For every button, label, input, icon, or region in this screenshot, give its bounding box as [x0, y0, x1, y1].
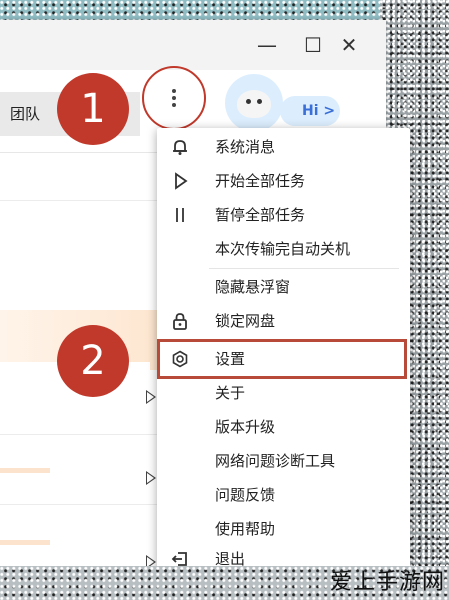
menu-item-auto-shutdown[interactable]: 本次传输完自动关机 [157, 232, 410, 266]
more-menu-icon[interactable] [168, 86, 180, 116]
menu-item-help[interactable]: 使用帮助 [157, 512, 410, 546]
play-icon[interactable] [146, 471, 156, 485]
menu-item-hide-float-window[interactable]: 隐藏悬浮窗 [157, 270, 410, 304]
progress-bar [0, 468, 50, 473]
menu-item-label: 锁定网盘 [215, 312, 276, 330]
menu-item-label: 开始全部任务 [215, 172, 306, 190]
menu-divider [209, 268, 399, 269]
menu-item-network-diagnostics[interactable]: 网络问题诊断工具 [157, 444, 410, 478]
menu-item-label: 网络问题诊断工具 [215, 452, 336, 470]
menu-item-lock-drive[interactable]: 锁定网盘 [157, 304, 410, 338]
menu-item-start-all[interactable]: 开始全部任务 [157, 164, 410, 198]
step-1-badge: 1 [57, 73, 129, 145]
menu-item-label: 关于 [215, 384, 246, 402]
close-button[interactable]: ✕ [336, 32, 362, 58]
menu-item-label: 隐藏悬浮窗 [215, 278, 291, 296]
menu-item-label: 系统消息 [215, 138, 276, 156]
minimize-button[interactable]: — [254, 32, 280, 58]
menu-item-system-messages[interactable]: 系统消息 [157, 130, 410, 164]
menu-item-about[interactable]: 关于 [157, 376, 410, 410]
avatar[interactable] [225, 74, 283, 132]
step-2-badge: 2 [57, 325, 129, 397]
mascot-face-icon [237, 90, 271, 118]
progress-bar [0, 540, 50, 545]
menu-item-label: 问题反馈 [215, 486, 276, 504]
play-icon [171, 172, 189, 190]
lock-icon [171, 312, 189, 330]
pause-icon [171, 206, 189, 224]
divider [0, 200, 160, 201]
bell-icon [171, 138, 189, 156]
play-icon[interactable] [146, 390, 156, 404]
settings-highlight-box [157, 339, 407, 379]
menu-item-label: 使用帮助 [215, 520, 276, 538]
maximize-button[interactable]: ☐ [300, 32, 326, 58]
greeting-pill[interactable]: Hi > [280, 96, 340, 126]
menu-item-label: 暂停全部任务 [215, 206, 306, 224]
menu-item-feedback[interactable]: 问题反馈 [157, 478, 410, 512]
watermark: 爱上手游网 [329, 570, 445, 595]
title-bar: — ☐ ✕ [0, 20, 386, 70]
menu-item-label: 本次传输完自动关机 [215, 240, 351, 258]
menu-item-label: 版本升级 [215, 418, 276, 436]
menu-item-pause-all[interactable]: 暂停全部任务 [157, 198, 410, 232]
menu-item-upgrade[interactable]: 版本升级 [157, 410, 410, 444]
